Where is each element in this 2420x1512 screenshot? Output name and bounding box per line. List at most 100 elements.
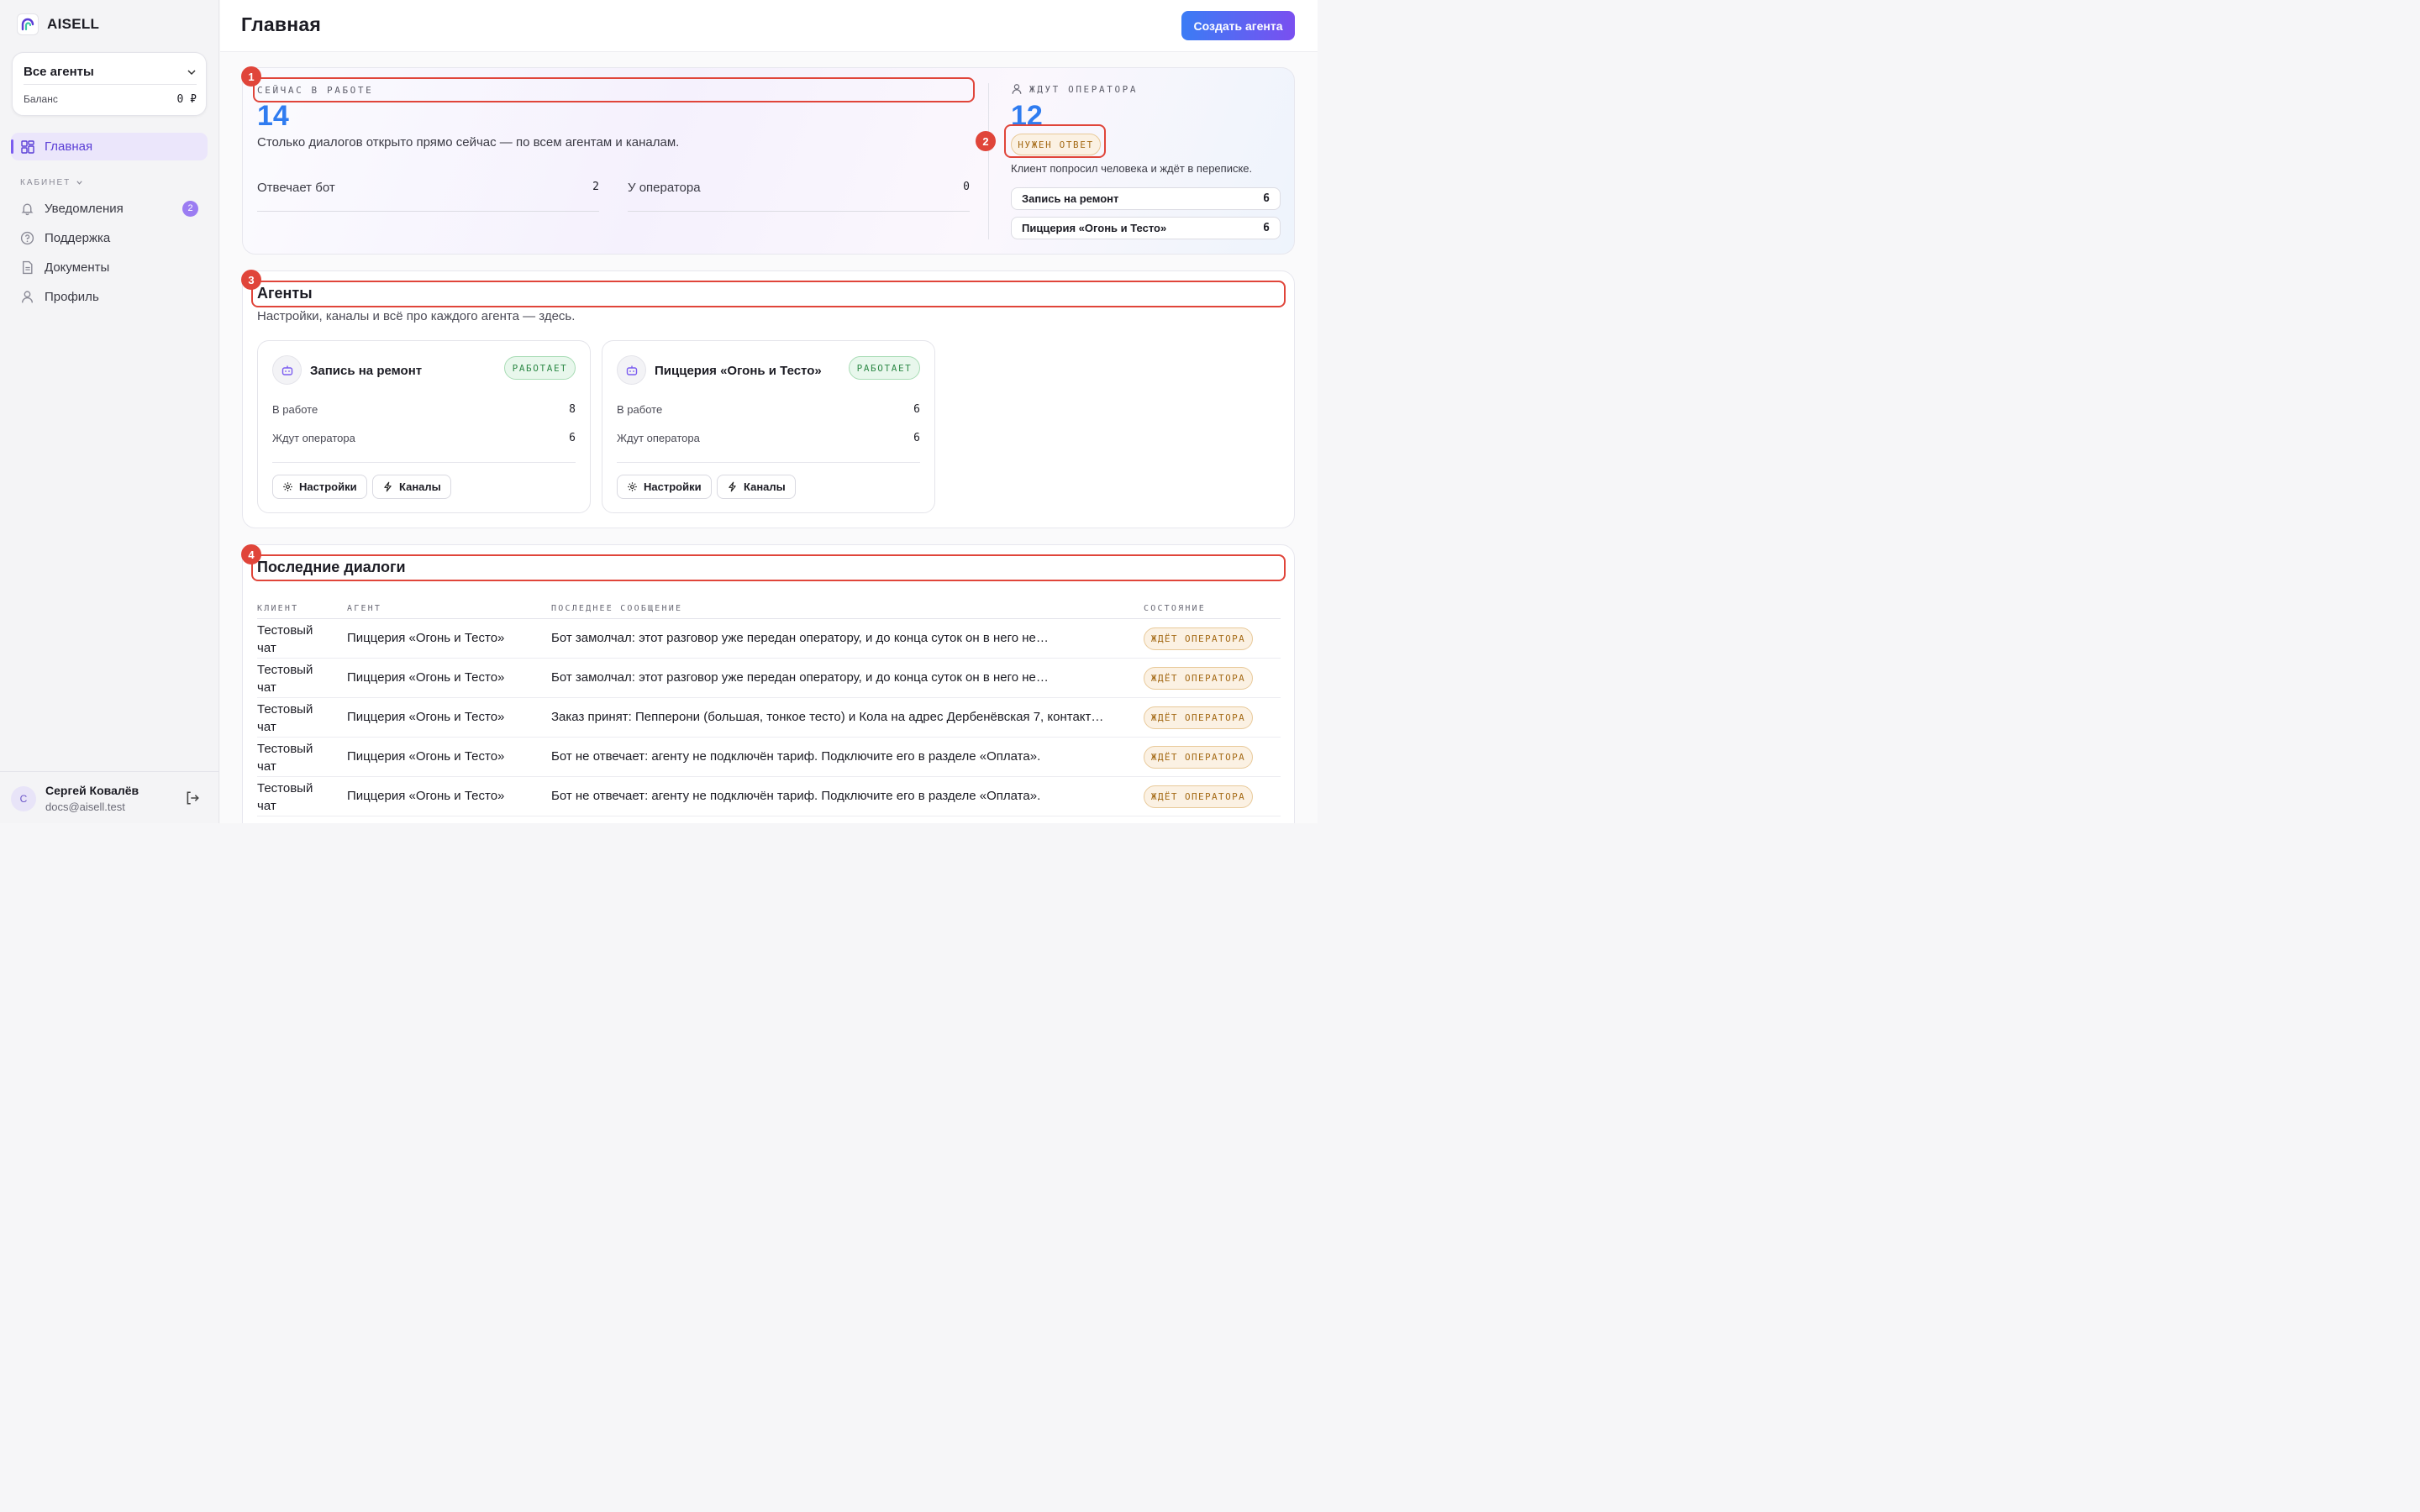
channels-button[interactable]: Каналы bbox=[717, 475, 796, 499]
cell-agent: Пиццерия «Огонь и Тесто» bbox=[347, 631, 505, 645]
channels-button[interactable]: Каналы bbox=[372, 475, 451, 499]
agent-waiting: Ждут оператора 6 bbox=[272, 432, 576, 444]
cell-message: Бот замолчал: этот разговор уже передан … bbox=[551, 631, 1049, 645]
dashboard-icon bbox=[21, 139, 34, 154]
kv-value: 8 bbox=[569, 403, 576, 416]
table-row[interactable]: Тестовый чат Пиццерия «Огонь и Тесто» Бо… bbox=[257, 777, 1281, 816]
waiting-agent-row[interactable]: Пиццерия «Огонь и Тесто» 6 bbox=[1011, 217, 1281, 239]
gear-icon bbox=[628, 482, 637, 491]
annotation-box bbox=[251, 554, 1286, 581]
agent-in-work: В работе 6 bbox=[617, 403, 920, 416]
agent-selector-box: Все агенты Баланс 0 ₽ bbox=[12, 52, 207, 116]
column-header: КЛИЕНТ bbox=[257, 604, 299, 613]
stat-bot-row: Отвечает бот 2 bbox=[257, 181, 599, 212]
section-label-text: КАБИНЕТ bbox=[20, 178, 71, 187]
create-agent-button[interactable]: Создать агента bbox=[1181, 11, 1295, 40]
sidebar: AISELL Все агенты Баланс 0 ₽ Главная КАБ… bbox=[0, 0, 219, 823]
sidebar-item-documents[interactable]: Документы bbox=[20, 256, 200, 278]
annotation-box bbox=[1004, 124, 1106, 158]
user-icon bbox=[21, 290, 34, 302]
waiting-agent-count: 6 bbox=[1263, 222, 1270, 234]
top-header: Главная Создать агента bbox=[220, 0, 1318, 52]
lightning-icon bbox=[384, 481, 392, 492]
cell-agent: Пиццерия «Огонь и Тесто» bbox=[347, 670, 505, 685]
dialogs-card: Последние диалоги КЛИЕНТ АГЕНТ ПОСЛЕДНЕЕ… bbox=[242, 544, 1295, 823]
kv-value: 6 bbox=[913, 403, 920, 416]
annotation-box bbox=[251, 281, 1286, 307]
stat-bot-label: Отвечает бот bbox=[257, 181, 335, 195]
logout-icon[interactable] bbox=[185, 790, 200, 806]
notifications-badge: 2 bbox=[182, 200, 198, 217]
agent-in-work: В работе 8 bbox=[272, 403, 576, 416]
agents-card: Агенты Настройки, каналы и всё про каждо… bbox=[242, 270, 1295, 528]
brand[interactable]: AISELL bbox=[17, 13, 99, 35]
main-content: СЕЙЧАС В РАБОТЕ 14 Столько диалогов откр… bbox=[220, 52, 1318, 823]
in-work-description: Столько диалогов открыто прямо сейчас — … bbox=[257, 135, 680, 150]
sidebar-item-label: Уведомления bbox=[45, 201, 124, 216]
sidebar-item-home[interactable]: Главная bbox=[11, 133, 208, 160]
table-row[interactable]: Тестовый чат Пиццерия «Огонь и Тесто» Бо… bbox=[257, 659, 1281, 698]
user-email: docs@aisell.test bbox=[45, 801, 125, 813]
settings-button[interactable]: Настройки bbox=[617, 475, 712, 499]
bell-icon bbox=[21, 203, 34, 215]
chevron-down-icon bbox=[76, 181, 82, 185]
divider bbox=[617, 462, 920, 463]
agent-card[interactable]: Запись на ремонт РАБОТАЕТ В работе 8 Жду… bbox=[257, 340, 591, 513]
document-icon bbox=[23, 260, 33, 274]
lightning-icon bbox=[729, 481, 736, 492]
stat-operator-label: У оператора bbox=[628, 181, 701, 195]
avatar[interactable]: С bbox=[11, 786, 36, 811]
cell-client: Тестовый чат bbox=[257, 623, 313, 655]
chevron-down-icon bbox=[187, 69, 196, 75]
annotation-number: 3 bbox=[241, 270, 261, 290]
cell-agent: Пиццерия «Огонь и Тесто» bbox=[347, 789, 505, 803]
waiting-header: ЖДУТ ОПЕРАТОРА bbox=[1011, 83, 1138, 95]
user-icon bbox=[1012, 84, 1022, 94]
cell-message: Заказ принят: Пепперони (большая, тонкое… bbox=[551, 710, 1104, 724]
brand-name: AISELL bbox=[47, 16, 100, 32]
cell-agent: Пиццерия «Огонь и Тесто» bbox=[347, 749, 505, 764]
waiting-agent-name: Пиццерия «Огонь и Тесто» bbox=[1022, 222, 1167, 234]
status-badge: РАБОТАЕТ bbox=[849, 356, 920, 380]
divider bbox=[988, 83, 989, 239]
status-badge: ЖДЁТ ОПЕРАТОРА bbox=[1144, 706, 1253, 729]
waiting-agent-row[interactable]: Запись на ремонт 6 bbox=[1011, 187, 1281, 210]
page-title: Главная bbox=[241, 13, 321, 35]
kv-label: Ждут оператора bbox=[272, 432, 355, 444]
sidebar-item-profile[interactable]: Профиль bbox=[20, 286, 200, 307]
status-badge: ЖДЁТ ОПЕРАТОРА bbox=[1144, 746, 1253, 769]
status-badge: ЖДЁТ ОПЕРАТОРА bbox=[1144, 667, 1253, 690]
table-row[interactable]: Тестовый чат Пиццерия «Огонь и Тесто» За… bbox=[257, 698, 1281, 738]
agent-name: Запись на ремонт bbox=[310, 364, 423, 378]
balance-label: Баланс bbox=[24, 93, 58, 105]
user-area: С Сергей Ковалёв docs@aisell.test bbox=[0, 771, 219, 823]
cell-client: Тестовый чат bbox=[257, 702, 313, 734]
section-label-cabinet[interactable]: КАБИНЕТ bbox=[20, 178, 83, 187]
balance: Баланс 0 ₽ bbox=[24, 93, 197, 106]
stat-bot-value: 2 bbox=[592, 181, 599, 193]
button-label: Настройки bbox=[299, 480, 357, 493]
cell-client: Тестовый чат bbox=[257, 663, 313, 695]
column-header: ПОСЛЕДНЕЕ СООБЩЕНИЕ bbox=[551, 604, 683, 613]
annotation-number: 1 bbox=[241, 66, 261, 87]
cell-message: Бот замолчал: этот разговор уже передан … bbox=[551, 670, 1049, 685]
gear-icon bbox=[283, 482, 292, 491]
settings-button[interactable]: Настройки bbox=[272, 475, 367, 499]
status-badge: ЖДЁТ ОПЕРАТОРА bbox=[1144, 785, 1253, 808]
agent-select[interactable]: Все агенты bbox=[24, 63, 197, 85]
table-row[interactable]: Тестовый чат Пиццерия «Огонь и Тесто» Бо… bbox=[257, 738, 1281, 777]
sidebar-item-support[interactable]: Поддержка bbox=[20, 227, 200, 249]
cell-client: Тестовый чат bbox=[257, 742, 313, 774]
agent-waiting: Ждут оператора 6 bbox=[617, 432, 920, 444]
sidebar-item-notifications[interactable]: Уведомления 2 bbox=[20, 197, 200, 219]
agent-card[interactable]: Пиццерия «Огонь и Тесто» РАБОТАЕТ В рабо… bbox=[602, 340, 935, 513]
cell-message: Бот не отвечает: агенту не подключён тар… bbox=[551, 789, 1041, 803]
annotation-box bbox=[253, 77, 975, 102]
kv-label: В работе bbox=[617, 403, 663, 416]
stat-operator-value: 0 bbox=[963, 181, 970, 193]
agent-name: Пиццерия «Огонь и Тесто» bbox=[655, 364, 822, 378]
table-row[interactable]: Тестовый чат Пиццерия «Огонь и Тесто» Бо… bbox=[257, 619, 1281, 659]
user-name: Сергей Ковалёв bbox=[45, 784, 139, 797]
kv-label: Ждут оператора bbox=[617, 432, 700, 444]
kv-value: 6 bbox=[569, 432, 576, 444]
